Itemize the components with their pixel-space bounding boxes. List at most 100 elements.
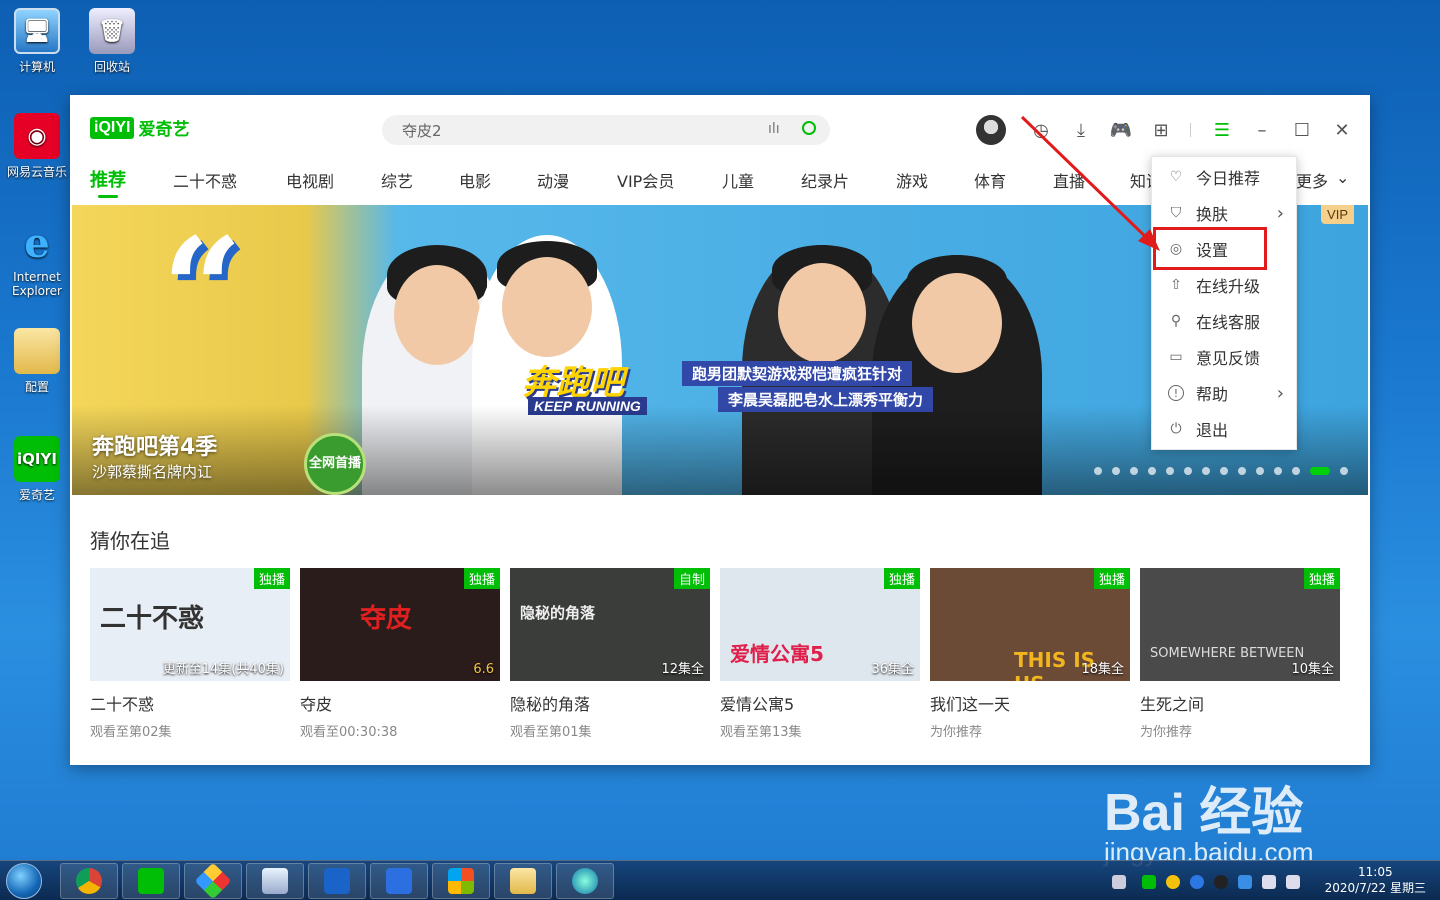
taskbar-app[interactable] (184, 862, 242, 900)
taskbar-ie[interactable] (556, 863, 614, 899)
nav-item-movie[interactable]: 电影 (459, 168, 491, 192)
menu-item-exit[interactable]: ⏻ 退出 (1152, 411, 1296, 447)
episode-count: 36集全 (871, 662, 914, 677)
carousel-dot[interactable] (1220, 467, 1228, 475)
video-thumbnail[interactable]: SOMEWHERE BETWEEN 独播 10集全 (1140, 568, 1340, 681)
tray-icon-app[interactable] (1238, 875, 1252, 889)
watch-progress: 为你推荐 (930, 725, 983, 740)
menu-item-today-recommend[interactable]: ♡ 今日推荐 (1152, 159, 1296, 195)
video-title[interactable]: 夺皮 (300, 691, 500, 715)
quote-mark-graphic: “ (162, 208, 243, 372)
desktop-icon-computer[interactable]: 🖥 计算机 (0, 8, 74, 75)
nav-item-documentary[interactable]: 纪录片 (801, 168, 849, 192)
iqiyi-tray-icon[interactable] (1142, 875, 1156, 889)
menu-item-help[interactable]: ! 帮助 › (1152, 375, 1296, 411)
user-avatar[interactable] (976, 115, 1006, 145)
list-item[interactable]: THIS IS US 独播 18集全 我们这一天 为你推荐 (930, 568, 1130, 740)
video-title[interactable]: 我们这一天 (930, 691, 1130, 715)
list-item[interactable]: SOMEWHERE BETWEEN 独播 10集全 生死之间 为你推荐 (1140, 568, 1340, 740)
tray-icon-yellow[interactable] (1166, 875, 1180, 889)
menu-item-upgrade[interactable]: ⇧ 在线升级 (1152, 267, 1296, 303)
taskbar-notepad[interactable] (246, 863, 304, 899)
menu-item-skin[interactable]: ⛉ 换肤 › (1152, 195, 1296, 231)
carousel-dot[interactable] (1238, 467, 1246, 475)
minimize-icon[interactable]: – (1249, 117, 1275, 143)
nav-item-recommend[interactable]: 推荐 (90, 166, 126, 198)
video-thumbnail[interactable]: 爱情公寓5 独播 36集全 (720, 568, 920, 681)
watch-progress: 为你推荐 (1140, 725, 1193, 740)
logo-text: 爱奇艺 (138, 120, 190, 140)
taskbar-wps[interactable] (370, 863, 428, 899)
taskbar-iqiyi[interactable] (122, 863, 180, 899)
video-title[interactable]: 隐秘的角落 (510, 691, 710, 715)
iqiyi-logo[interactable]: iQIYI 爱奇艺 (90, 115, 189, 140)
menu-icon[interactable]: ☰ (1209, 117, 1235, 143)
nav-item-vip[interactable]: VIP会员 (617, 168, 674, 192)
exclusive-badge: 独播 (1303, 568, 1340, 589)
menu-item-label: 在线升级 (1196, 277, 1261, 296)
tray-icon-blue[interactable] (1190, 875, 1204, 889)
volume-icon[interactable] (1262, 875, 1276, 889)
video-thumbnail[interactable]: 隐秘的角落 自制 12集全 (510, 568, 710, 681)
menu-item-feedback[interactable]: ▭ 意见反馈 (1152, 339, 1296, 375)
nav-item-variety[interactable]: 综艺 (381, 168, 413, 192)
search-input[interactable] (382, 115, 830, 145)
taskbar-phone-app[interactable] (308, 863, 366, 899)
taskbar-chrome[interactable] (60, 863, 118, 899)
carousel-dot[interactable] (1094, 467, 1102, 475)
upgrade-icon: ⇧ (1170, 277, 1182, 293)
video-thumbnail[interactable]: 二十不惑 独播 更新至14集(共40集) (90, 568, 290, 681)
watch-progress: 观看至第13集 (720, 725, 802, 740)
list-item[interactable]: 隐秘的角落 自制 12集全 隐秘的角落 观看至第01集 (510, 568, 710, 740)
carousel-dot[interactable] (1292, 467, 1300, 475)
carousel-dot[interactable] (1340, 467, 1348, 475)
taskbar-explorer[interactable] (494, 863, 552, 899)
carousel-dot[interactable] (1148, 467, 1156, 475)
menu-item-service[interactable]: ⚲ 在线客服 (1152, 303, 1296, 339)
list-item[interactable]: 夺皮 独播 6.6 夺皮 观看至00:30:38 (300, 568, 500, 740)
desktop-icon-iqiyi[interactable]: iQIYI 爱奇艺 (0, 436, 74, 503)
watch-progress: 观看至第01集 (510, 725, 592, 740)
episode-count: 6.6 (473, 662, 494, 677)
close-icon[interactable]: ✕ (1329, 117, 1355, 143)
carousel-dot[interactable] (1256, 467, 1264, 475)
power-icon: ⏻ (1170, 421, 1182, 437)
qq-icon[interactable] (1214, 875, 1228, 889)
search-icon[interactable] (802, 121, 816, 135)
voice-search-icon[interactable]: ılı (768, 121, 780, 137)
video-thumbnail[interactable]: THIS IS US 独播 18集全 (930, 568, 1130, 681)
start-button[interactable] (6, 863, 42, 899)
desktop-icon-internet-explorer[interactable]: e Internet Explorer (0, 220, 74, 299)
carousel-dot[interactable] (1202, 467, 1210, 475)
nav-item-kids[interactable]: 儿童 (722, 168, 754, 192)
list-item[interactable]: 二十不惑 独播 更新至14集(共40集) 二十不惑 观看至第02集 (90, 568, 290, 740)
carousel-dot[interactable] (1166, 467, 1174, 475)
episode-count: 18集全 (1081, 662, 1124, 677)
network-icon[interactable] (1286, 875, 1300, 889)
carousel-dot[interactable] (1310, 467, 1330, 475)
video-title[interactable]: 生死之间 (1140, 691, 1340, 715)
shirt-icon: ⛉ (1170, 205, 1182, 221)
carousel-dot[interactable] (1112, 467, 1120, 475)
nav-item-ershi-buhuo[interactable]: 二十不惑 (173, 168, 237, 192)
chevron-down-icon[interactable]: ⌄ (1336, 168, 1349, 187)
video-title[interactable]: 二十不惑 (90, 691, 290, 715)
nav-item-anime[interactable]: 动漫 (537, 168, 569, 192)
nav-item-tv[interactable]: 电视剧 (286, 168, 334, 192)
maximize-icon[interactable]: ☐ (1289, 117, 1315, 143)
desktop-icon-netease-music[interactable]: ◉ 网易云音乐 (0, 113, 74, 180)
list-item[interactable]: 爱情公寓5 独播 36集全 爱情公寓5 观看至第13集 (720, 568, 920, 740)
desktop-icon-recycle-bin[interactable]: 🗑 回收站 (75, 8, 149, 75)
keyboard-icon[interactable] (1112, 875, 1126, 889)
nav-item-sports[interactable]: 体育 (974, 168, 1006, 192)
carousel-dot[interactable] (1184, 467, 1192, 475)
taskbar-windows[interactable] (432, 863, 490, 899)
nav-item-more[interactable]: 更多 (1296, 168, 1328, 192)
carousel-dot[interactable] (1274, 467, 1282, 475)
video-thumbnail[interactable]: 夺皮 独播 6.6 (300, 568, 500, 681)
system-clock[interactable]: 11:05 2020/7/22 星期三 (1325, 864, 1426, 896)
desktop-icon-config-folder[interactable]: 配置 (0, 328, 74, 395)
video-title[interactable]: 爱情公寓5 (720, 691, 920, 715)
carousel-dot[interactable] (1130, 467, 1138, 475)
nav-item-games[interactable]: 游戏 (896, 168, 928, 192)
